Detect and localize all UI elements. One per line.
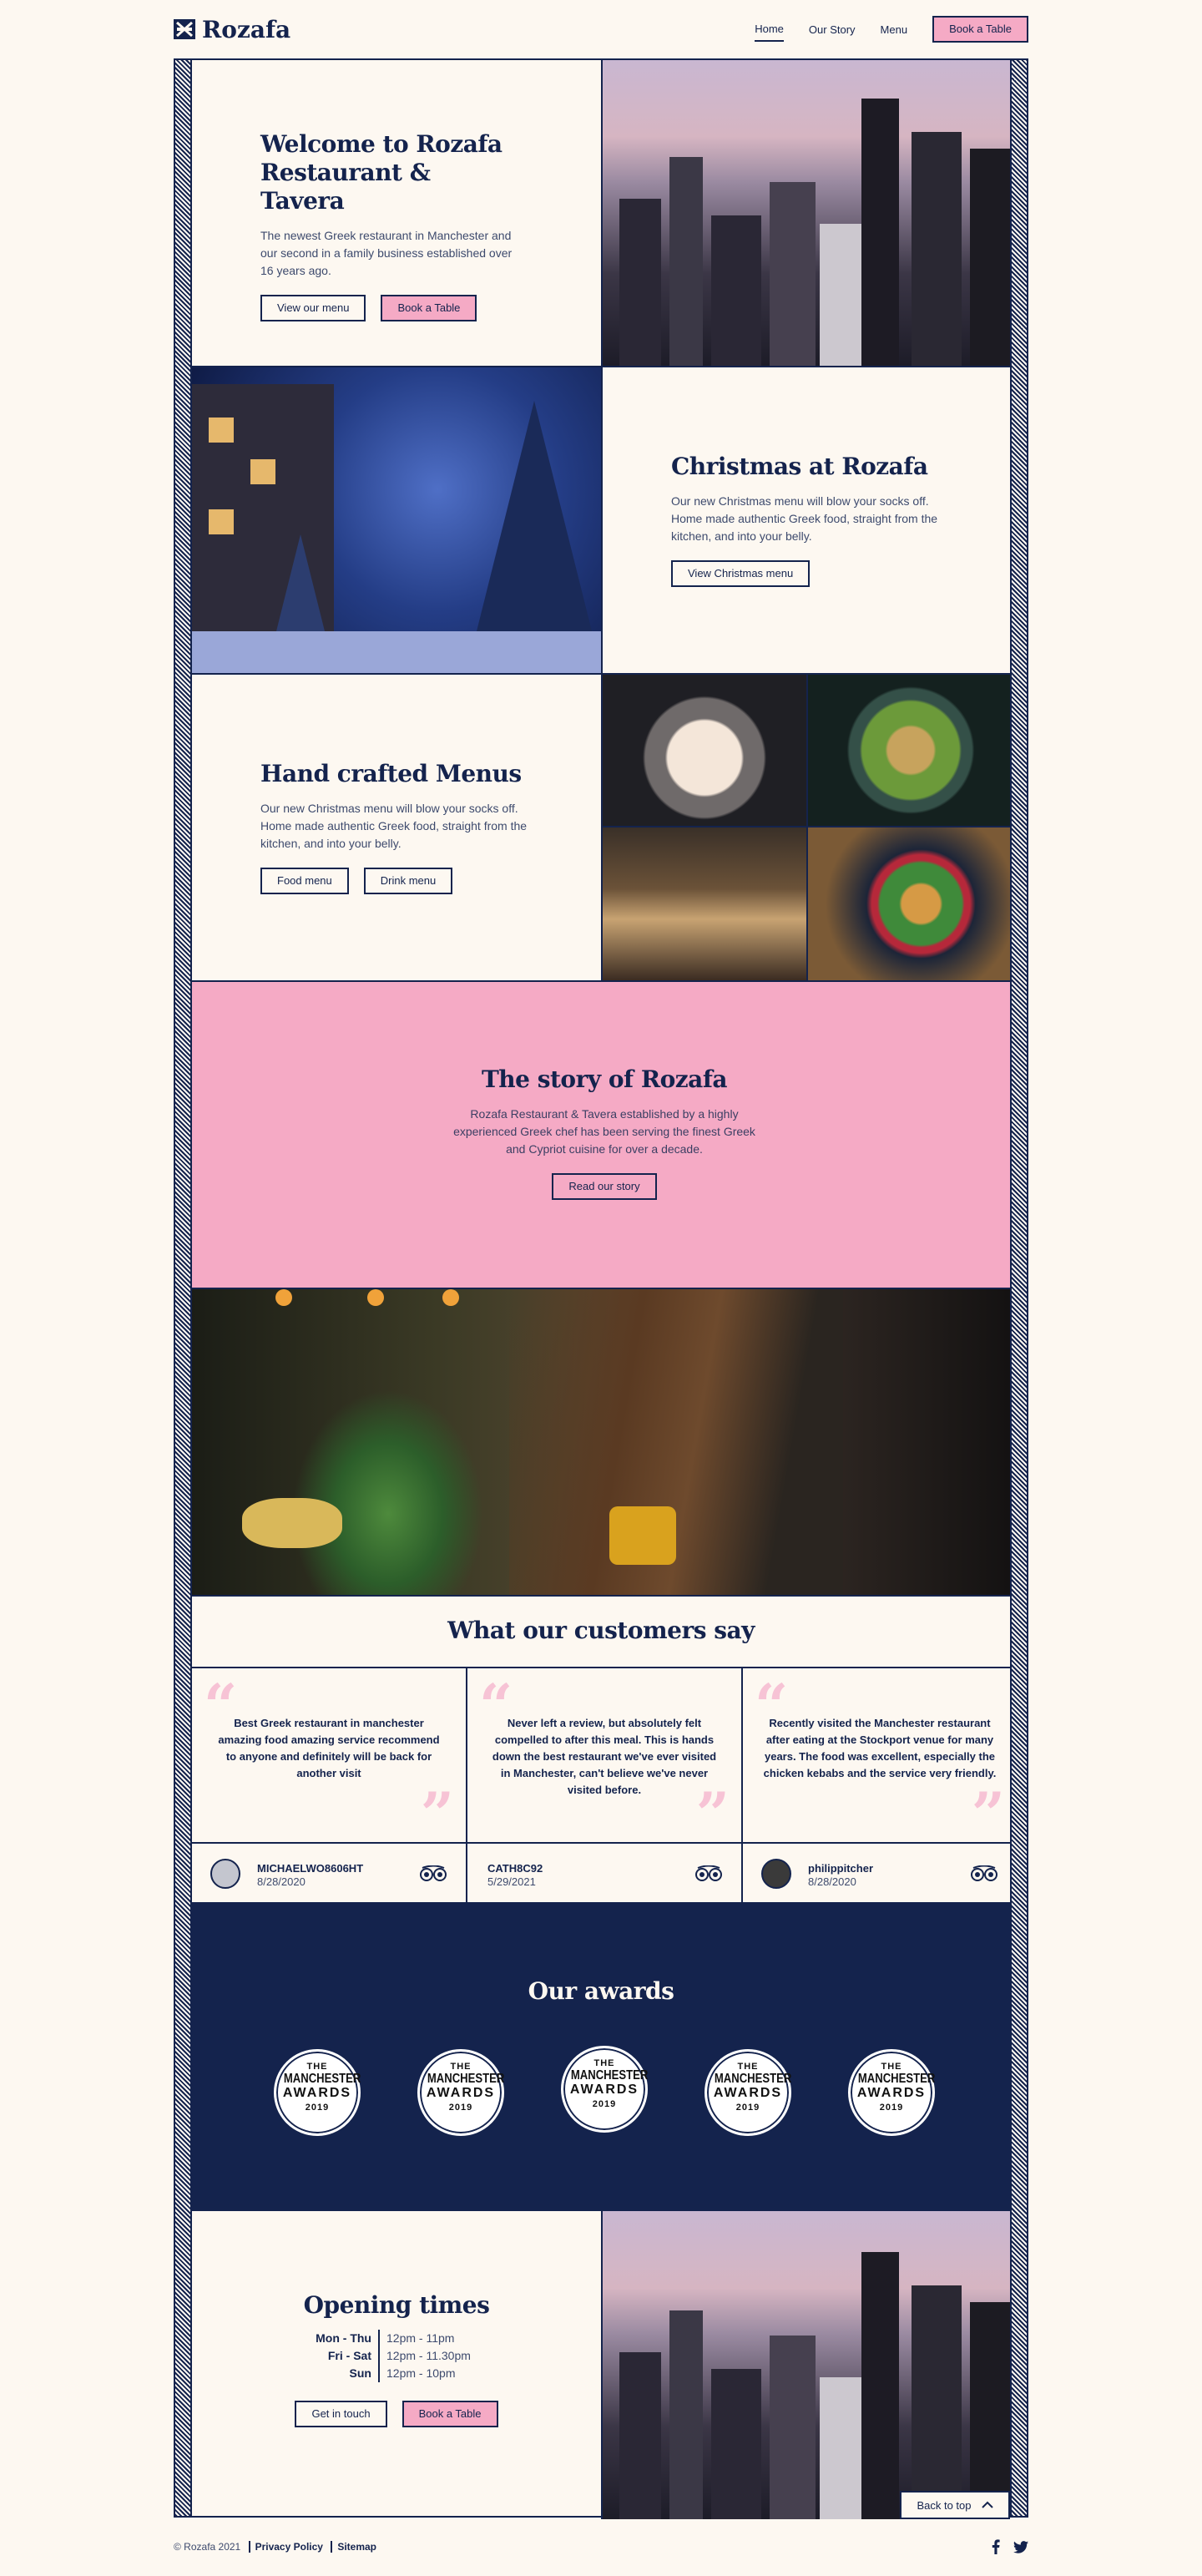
award-badge: THE MANCHESTER AWARDS 2019 (848, 2049, 935, 2136)
award-badge: THE MANCHESTER AWARDS 2019 (274, 2049, 361, 2136)
award-badge: THE MANCHESTER AWARDS 2019 (417, 2049, 504, 2136)
city-skyline-image: Back to top (601, 2211, 1010, 2519)
read-story-button[interactable]: Read our story (552, 1173, 657, 1200)
close-quote-icon: ” (695, 1779, 730, 1849)
drink-menu-button[interactable]: Drink menu (363, 868, 453, 894)
cake-image (603, 675, 808, 827)
awards-section: Our awards THE MANCHESTER AWARDS 2019 THE MA… (192, 1904, 1010, 2211)
sitemap-link[interactable]: Sitemap (331, 2541, 381, 2553)
reviewer-name: CATH8C92 (487, 1862, 543, 1875)
main-nav: Home Our Story Menu Book a Table (755, 16, 1028, 43)
menus-section: Hand crafted Menus Our new Christmas men… (192, 675, 1010, 982)
christmas-section: Christmas at Rozafa Our new Christmas me… (192, 367, 1010, 675)
avatar (761, 1859, 791, 1889)
menus-text: Our new Christmas menu will blow your so… (260, 802, 528, 850)
logo-text: Rozafa (202, 15, 291, 43)
site-header: Rozafa Home Our Story Menu Book a Table (0, 0, 1202, 58)
back-to-top-label: Back to top (917, 2498, 972, 2512)
hero-title-line2: Restaurant & Tavera (260, 159, 431, 215)
chickpea-bowl-image (808, 827, 1010, 980)
diner-image (192, 1289, 1010, 1597)
review-date: 5/29/2021 (487, 1875, 536, 1888)
site-footer: © Rozafa 2021 Privacy Policy Sitemap (174, 2534, 1028, 2559)
hours-day: Mon - Thu (305, 2330, 380, 2347)
hero-title-line1: Welcome to Rozafa (260, 130, 503, 158)
review-card: “ Best Greek restaurant in manchester am… (192, 1668, 467, 1902)
logo[interactable]: Rozafa (174, 16, 290, 43)
hero-text: The newest Greek restaurant in Mancheste… (260, 229, 513, 277)
logo-icon (174, 19, 195, 39)
review-date: 8/28/2020 (257, 1875, 306, 1888)
reviews-section: “ Best Greek restaurant in manchester am… (192, 1668, 1010, 1904)
opening-section: Opening times Mon - Thu 12pm - 11pm Fri -… (192, 2211, 1010, 2519)
review-text: Never left a review, but absolutely felt… (492, 1717, 717, 1796)
story-title: The story of Rozafa (481, 1065, 728, 1093)
hours-time: 12pm - 10pm (386, 2366, 456, 2380)
review-card: “ Recently visited the Manchester restau… (743, 1668, 1010, 1902)
tripadvisor-icon[interactable] (694, 1865, 723, 1882)
salad-image (808, 675, 1010, 827)
nav-menu[interactable]: Menu (881, 18, 908, 41)
review-card: “ Never left a review, but absolutely fe… (467, 1668, 743, 1902)
hours-time: 12pm - 11pm (386, 2331, 455, 2345)
opening-hours: Mon - Thu 12pm - 11pm Fri - Sat 12pm - 11.… (192, 2330, 601, 2382)
award-badge: THE MANCHESTER AWARDS 2019 (561, 2046, 648, 2133)
hero-section: Welcome to Rozafa Restaurant & Tavera Th… (192, 60, 1010, 367)
reviewer-name: philippitcher (808, 1862, 873, 1875)
story-text: Rozafa Restaurant & Tavera established b… (453, 1107, 755, 1156)
review-text: Recently visited the Manchester restaura… (763, 1717, 997, 1779)
header-book-button[interactable]: Book a Table (932, 16, 1028, 43)
nav-home[interactable]: Home (755, 18, 784, 42)
snowy-street-image (192, 367, 603, 673)
opening-title: Opening times (303, 2291, 490, 2319)
nav-our-story[interactable]: Our Story (809, 18, 856, 41)
avatar (210, 1859, 240, 1889)
grill-platter-image (603, 827, 808, 980)
chevron-up-icon (981, 2501, 993, 2508)
review-text: Best Greek restaurant in manchester amaz… (218, 1717, 440, 1779)
christmas-title: Christmas at Rozafa (671, 453, 928, 480)
close-quote-icon: ” (420, 1779, 454, 1849)
content-panel: Welcome to Rozafa Restaurant & Tavera Th… (190, 60, 1012, 2519)
greek-key-border: Welcome to Rozafa Restaurant & Tavera Th… (174, 58, 1028, 2519)
opening-book-button[interactable]: Book a Table (402, 2401, 498, 2427)
food-menu-button[interactable]: Food menu (260, 868, 349, 894)
twitter-icon[interactable] (1013, 2540, 1028, 2553)
hours-time: 12pm - 11.30pm (386, 2349, 471, 2362)
copyright: © Rozafa 2021 (174, 2541, 241, 2553)
close-quote-icon: ” (971, 1779, 1005, 1849)
hours-day: Sun (305, 2365, 380, 2382)
awards-title: Our awards (528, 1977, 674, 2005)
get-in-touch-button[interactable]: Get in touch (295, 2401, 387, 2427)
reviews-title: What our customers say (447, 1617, 755, 1644)
view-menu-button[interactable]: View our menu (260, 295, 366, 321)
christmas-text: Our new Christmas menu will blow your so… (671, 494, 938, 543)
hero-book-button[interactable]: Book a Table (381, 295, 477, 321)
privacy-policy-link[interactable]: Privacy Policy (248, 2541, 328, 2553)
food-photo-grid (601, 675, 1010, 980)
facebook-icon[interactable] (992, 2539, 1000, 2554)
award-badge: THE MANCHESTER AWARDS 2019 (705, 2049, 791, 2136)
menus-title: Hand crafted Menus (260, 760, 522, 787)
hours-day: Fri - Sat (305, 2347, 380, 2365)
reviewer-name: MICHAELWO8606HT (257, 1862, 364, 1875)
tripadvisor-icon[interactable] (419, 1865, 447, 1882)
story-section: The story of Rozafa Rozafa Restaurant & … (192, 982, 1010, 1289)
reviews-heading: What our customers say (192, 1597, 1010, 1668)
city-skyline-image (601, 60, 1010, 366)
back-to-top-button[interactable]: Back to top (900, 2491, 1010, 2519)
tripadvisor-icon[interactable] (970, 1865, 998, 1882)
view-christmas-menu-button[interactable]: View Christmas menu (671, 560, 811, 587)
review-date: 8/28/2020 (808, 1875, 856, 1888)
